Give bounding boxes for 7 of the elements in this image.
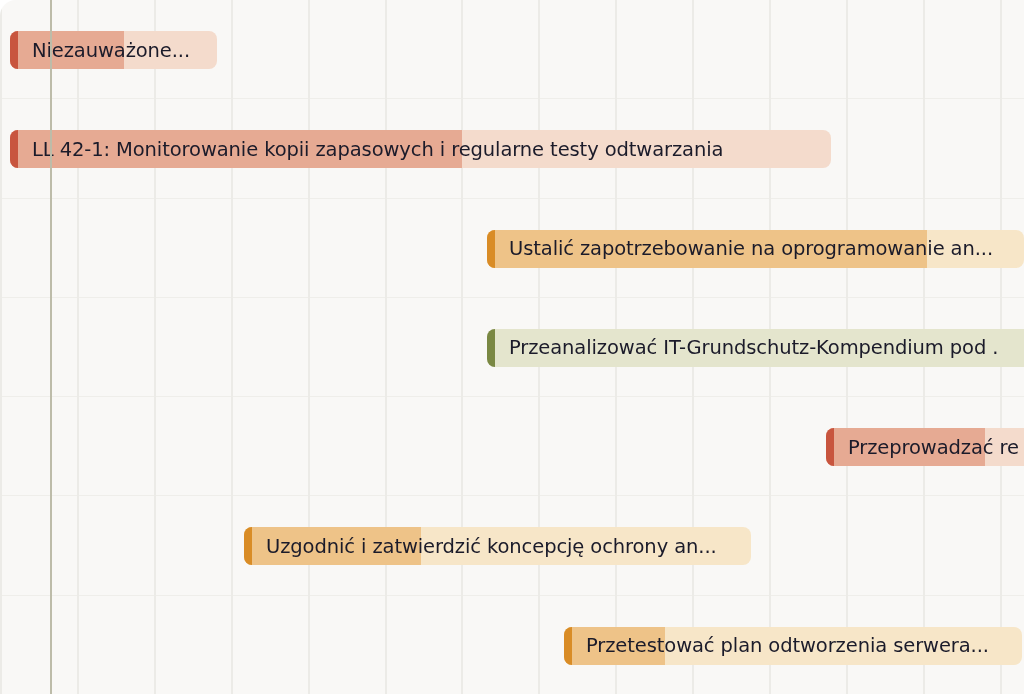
task-bar[interactable]: Uzgodnić i zatwierdzić koncepcję ochrony an... — [244, 527, 751, 566]
task-bar[interactable]: LL 42-1: Monitorowanie kopii zapasowych i regularne testy odtwarzania — [10, 130, 831, 169]
task-bar[interactable]: Przeprowadzać re — [826, 428, 1024, 467]
task-bar[interactable]: Ustalić zapotrzebowanie na oprogramowanie an... — [487, 229, 1024, 268]
task-bar[interactable]: Przetestować plan odtworzenia serwera... — [564, 626, 1022, 665]
task-bar[interactable]: Przeanalizować IT-Grundschutz-Kompendium pod . — [487, 328, 1024, 367]
task-bar[interactable]: Niezauważone... — [10, 31, 217, 69]
